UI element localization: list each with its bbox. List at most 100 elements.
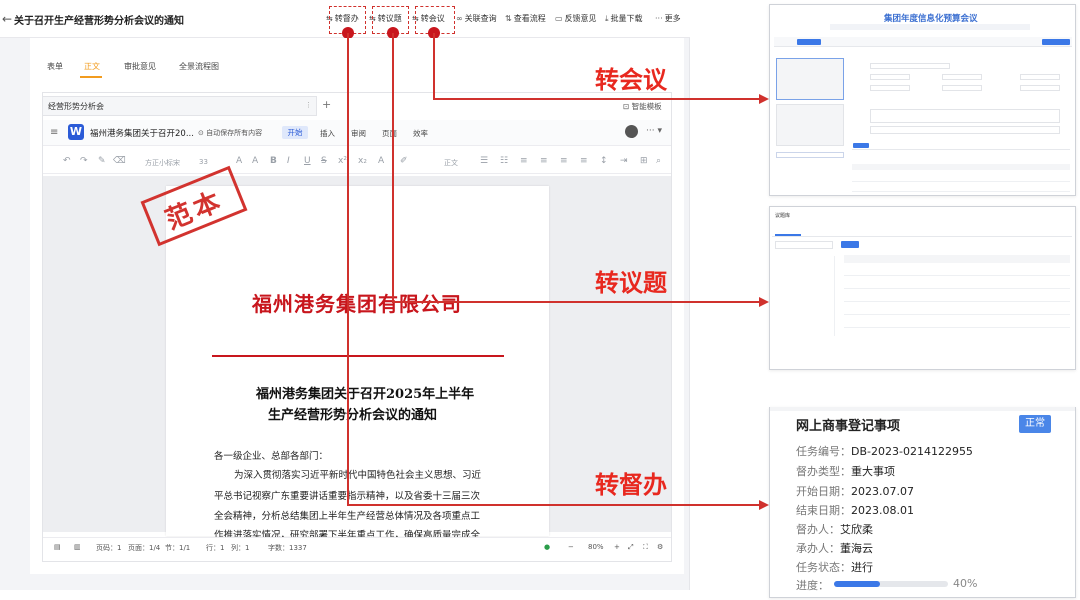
- table-row[interactable]: [844, 306, 1070, 315]
- superscript-icon[interactable]: x²: [338, 156, 347, 166]
- table-row[interactable]: [844, 280, 1070, 289]
- table-row[interactable]: [844, 319, 1070, 328]
- ribbon-tab-review[interactable]: 审阅: [351, 128, 366, 139]
- sync-icon[interactable]: ●: [544, 543, 550, 551]
- highlight-color-icon[interactable]: ✐: [400, 156, 408, 166]
- underline-icon[interactable]: U: [304, 156, 311, 166]
- connector-meeting-vertical: [433, 33, 435, 99]
- align-left-icon[interactable]: ≡: [520, 156, 528, 166]
- menu-icon[interactable]: ≡: [50, 127, 58, 138]
- table-icon[interactable]: ⊞: [640, 156, 648, 166]
- find-replace-icon[interactable]: ⌕: [656, 156, 661, 166]
- italic-icon[interactable]: I: [287, 156, 290, 166]
- increase-font-icon[interactable]: A: [236, 156, 242, 166]
- download-icon: ⤓: [605, 14, 609, 23]
- line-spacing-icon[interactable]: ↕: [600, 156, 608, 166]
- document-title: 关于召开生产经营形势分析会议的通知: [14, 16, 184, 27]
- form-textarea[interactable]: [870, 109, 1060, 123]
- table-row[interactable]: [852, 174, 1070, 182]
- paragraph-style-select[interactable]: 正文: [444, 158, 458, 168]
- smart-template-button[interactable]: ⊡ 智能模板: [623, 101, 662, 112]
- justify-icon[interactable]: ≡: [580, 156, 588, 166]
- active-tab-indicator: [80, 76, 102, 78]
- fit-width-icon[interactable]: ⤢: [628, 543, 634, 552]
- new-topic-button[interactable]: [841, 241, 859, 248]
- bold-icon[interactable]: B: [270, 156, 277, 166]
- wps-document-name: 福州港务集团关于召开20...: [90, 129, 194, 139]
- section-count: 节：1/1: [165, 544, 191, 552]
- subtab-active[interactable]: [853, 143, 869, 148]
- form-textarea[interactable]: [870, 126, 1060, 134]
- strikethrough-icon[interactable]: S: [321, 156, 327, 166]
- decrease-font-icon[interactable]: A: [252, 156, 258, 166]
- redo-icon[interactable]: ↷: [80, 156, 88, 166]
- font-color-icon[interactable]: A: [378, 156, 384, 166]
- form-field[interactable]: [870, 74, 910, 80]
- progress-bar-fill: [834, 581, 880, 587]
- table-row[interactable]: [844, 267, 1070, 276]
- agenda-card[interactable]: [776, 58, 844, 100]
- page-view-icon[interactable]: ▥: [74, 543, 81, 551]
- undo-icon[interactable]: ↶: [63, 156, 71, 166]
- feedback-button[interactable]: ▭ 反馈意见: [555, 13, 597, 24]
- ribbon-tab-page[interactable]: 页面: [382, 128, 397, 139]
- topic-search-input[interactable]: [775, 241, 833, 249]
- batch-download-button[interactable]: ⤓ 批量下载: [605, 13, 643, 24]
- topic-active-tab-indicator: [775, 234, 801, 236]
- document-page[interactable]: [166, 186, 549, 536]
- related-query-button[interactable]: ∞ 关联查询: [456, 13, 497, 24]
- indent-icon[interactable]: ⇥: [620, 156, 628, 166]
- bullet-list-icon[interactable]: ☰: [480, 156, 488, 166]
- table-row[interactable]: [852, 184, 1070, 192]
- document-line: 各一级企业、总部各部门：: [214, 451, 329, 462]
- zoom-in-icon[interactable]: +: [614, 543, 620, 551]
- company-letterhead: 福州港务集团有限公司: [252, 292, 462, 316]
- tab-approval[interactable]: 审批意见: [124, 61, 156, 72]
- zoom-level[interactable]: 80%: [588, 543, 604, 551]
- agenda-card[interactable]: [776, 104, 844, 146]
- tab-flowchart[interactable]: 全景流程图: [179, 61, 219, 72]
- row-number: 行：1: [206, 544, 225, 552]
- tab-form[interactable]: 表单: [47, 61, 63, 72]
- tab-body-text[interactable]: 正文: [84, 61, 100, 72]
- more-options-icon[interactable]: ··· ▾: [646, 126, 662, 136]
- form-field[interactable]: [870, 85, 910, 91]
- settings-icon[interactable]: ⚙: [657, 543, 663, 551]
- table-row[interactable]: [844, 293, 1070, 302]
- align-center-icon[interactable]: ≡: [540, 156, 548, 166]
- font-family-select[interactable]: 方正小标宋: [145, 158, 180, 168]
- more-button[interactable]: ··· 更多: [655, 13, 681, 24]
- avatar[interactable]: [625, 125, 638, 138]
- font-size-select[interactable]: 33: [199, 158, 208, 166]
- form-field[interactable]: [870, 63, 950, 69]
- outline-icon[interactable]: ▤: [54, 543, 61, 551]
- meeting-save-button[interactable]: [1042, 39, 1070, 45]
- ribbon-tab-insert[interactable]: 插入: [320, 128, 335, 139]
- form-field[interactable]: [1020, 74, 1060, 80]
- format-painter-icon[interactable]: ✎: [98, 156, 106, 166]
- word-count: 字数：1337: [268, 544, 307, 552]
- add-tab-icon[interactable]: +: [322, 98, 331, 111]
- ribbon-tab-efficiency[interactable]: 效率: [413, 128, 428, 139]
- column-number: 列：1: [231, 544, 250, 552]
- arrow-left-icon[interactable]: ←: [2, 12, 12, 26]
- meeting-tab-button[interactable]: [797, 39, 821, 45]
- add-agenda-button[interactable]: [776, 152, 844, 158]
- clear-format-icon[interactable]: ⌫: [113, 156, 126, 166]
- subscript-icon[interactable]: x₂: [358, 156, 367, 166]
- form-field[interactable]: [942, 74, 982, 80]
- numbered-list-icon[interactable]: ☷: [500, 156, 508, 166]
- zoom-out-icon[interactable]: −: [568, 543, 574, 551]
- form-field[interactable]: [942, 85, 982, 91]
- document-line: 为深入贯彻落实习近平新时代中国特色社会主义思想、习近: [234, 470, 482, 481]
- meeting-title: 集团年度信息化预算会议: [884, 14, 978, 24]
- ribbon-tab-start[interactable]: 开始: [282, 126, 308, 139]
- connector-topic-vertical: [392, 33, 394, 302]
- align-right-icon[interactable]: ≡: [560, 156, 568, 166]
- supervisor-row: 督办人：艾欣柔: [796, 523, 873, 536]
- connector-supervise-horizontal: [347, 504, 759, 506]
- form-field[interactable]: [1020, 85, 1060, 91]
- tab-handle-icon[interactable]: ⋮: [305, 101, 312, 109]
- fullscreen-icon[interactable]: ⛶: [643, 543, 648, 552]
- view-flow-button[interactable]: ⇅ 查看流程: [505, 13, 546, 24]
